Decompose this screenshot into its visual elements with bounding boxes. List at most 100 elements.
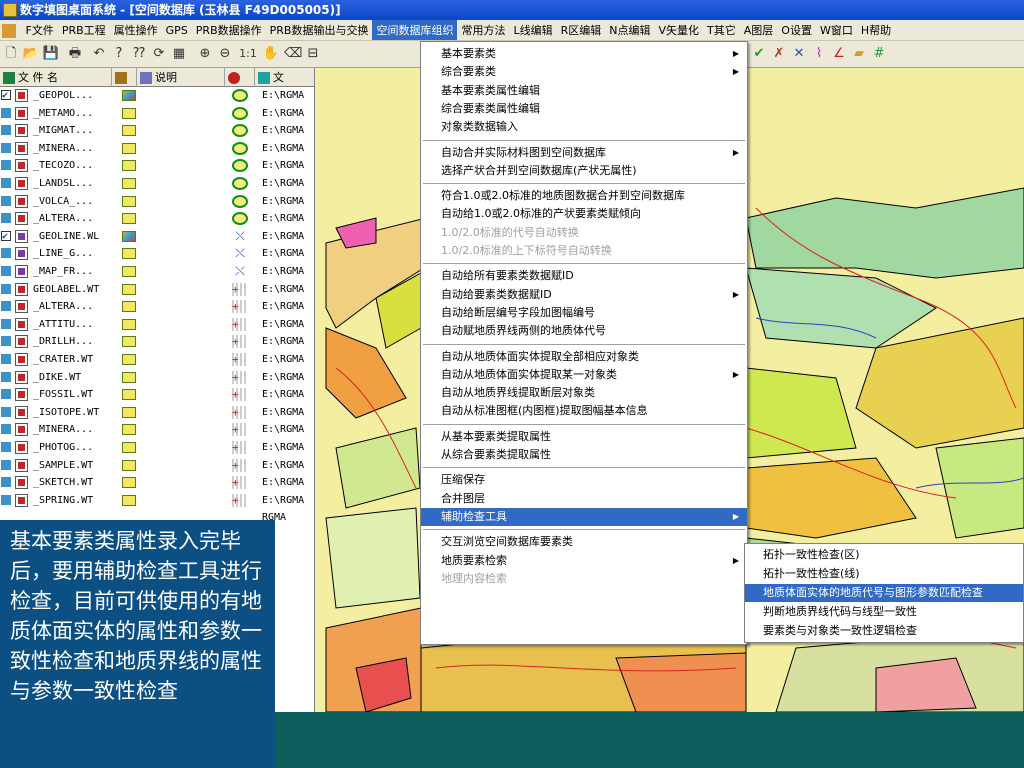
- menu-item-0[interactable]: F文件: [22, 20, 58, 40]
- layer-visible-checkbox[interactable]: [1, 336, 11, 347]
- node-tool-icon[interactable]: ∠: [830, 45, 848, 63]
- menu-item-9[interactable]: R区编辑: [557, 20, 606, 40]
- polygon-layer-icon[interactable]: [232, 89, 248, 102]
- layer-visible-checkbox[interactable]: [1, 107, 11, 118]
- db-menu-item[interactable]: 对象类数据输入: [421, 118, 747, 136]
- menu-item-2[interactable]: 属性操作: [110, 20, 162, 40]
- layer-row[interactable]: _SPRING.WT + E:\RGMA: [0, 492, 314, 509]
- layer-row[interactable]: _GEOLINE.WL ⤬ E:\RGMA: [0, 228, 314, 245]
- db-menu-item[interactable]: 自动从地质体面实体提取某一对象类 ▶: [421, 366, 747, 384]
- layer-class-icon[interactable]: [122, 213, 136, 225]
- db-menu-item[interactable]: 基本要素类属性编辑: [421, 82, 747, 100]
- menu-item-1[interactable]: PRB工程: [58, 20, 110, 40]
- layer-class-icon[interactable]: [122, 477, 136, 489]
- layer-visible-checkbox[interactable]: [1, 494, 11, 505]
- layer-visible-checkbox[interactable]: [1, 228, 11, 245]
- layer-visible-checkbox[interactable]: [1, 477, 11, 488]
- db-menu-item[interactable]: 地质要素检索 ▶: [421, 552, 747, 570]
- db-menu-item[interactable]: 合并图层: [421, 490, 747, 508]
- desc-column-header[interactable]: 说明: [137, 68, 225, 87]
- menu-item-15[interactable]: W窗口: [816, 20, 857, 40]
- zoom-in-icon[interactable]: ⊕: [196, 45, 214, 63]
- db-menu-item[interactable]: 自动从地质体面实体提取全部相应对象类: [421, 348, 747, 366]
- layer-visible-checkbox[interactable]: [1, 371, 11, 382]
- layer-row[interactable]: _SAMPLE.WT + E:\RGMA: [0, 457, 314, 474]
- layer-row[interactable]: _MAP_FR... ⤬ E:\RGMA: [0, 263, 314, 280]
- edit-tool-icon[interactable]: ✗: [770, 45, 788, 63]
- layer-class-icon[interactable]: [122, 424, 136, 436]
- layer-class-icon[interactable]: [122, 336, 136, 348]
- layer-class-icon[interactable]: [122, 195, 136, 207]
- db-menu-item[interactable]: 自动合并实际材料图到空间数据库 ▶: [421, 144, 747, 162]
- db-menu-item[interactable]: 交互浏览空间数据库要素类: [421, 533, 747, 551]
- check-tool-item[interactable]: 判断地质界线代码与线型一致性: [745, 603, 1023, 621]
- point-layer-icon[interactable]: +: [232, 405, 248, 419]
- layer-class-icon[interactable]: [122, 406, 136, 418]
- menu-item-5[interactable]: PRB数据输出与交换: [266, 20, 373, 40]
- point-layer-icon[interactable]: +: [232, 493, 248, 507]
- point-layer-icon[interactable]: +: [232, 458, 248, 472]
- layer-row[interactable]: _LANDSL... E:\RGMA: [0, 175, 314, 192]
- help-icon[interactable]: ?: [110, 45, 128, 63]
- point-layer-icon[interactable]: +: [232, 370, 248, 384]
- window-menu-icon[interactable]: [2, 24, 16, 38]
- line-layer-icon[interactable]: ⤬: [232, 247, 248, 260]
- zoom-out-icon[interactable]: ⊖: [216, 45, 234, 63]
- layer-class-icon[interactable]: [122, 354, 136, 365]
- layer-row[interactable]: _VOLCA_... E:\RGMA: [0, 193, 314, 210]
- menu-item-4[interactable]: PRB数据操作: [192, 20, 266, 40]
- point-layer-icon[interactable]: +: [232, 353, 248, 366]
- layer-class-icon[interactable]: [122, 142, 136, 154]
- db-menu-item[interactable]: 压缩保存: [421, 471, 747, 489]
- layer-class-icon[interactable]: [122, 301, 136, 313]
- db-menu-item[interactable]: 辅助检查工具 ▶: [421, 507, 747, 526]
- layer-row[interactable]: _PHOTOG... + E:\RGMA: [0, 439, 314, 456]
- db-menu-item[interactable]: 自动从地质界线提取断层对象类: [421, 384, 747, 402]
- grid-tool-icon[interactable]: #: [870, 45, 888, 63]
- layer-visible-checkbox[interactable]: [1, 389, 11, 400]
- layer-visible-checkbox[interactable]: [1, 160, 11, 171]
- menu-item-14[interactable]: O设置: [777, 20, 816, 40]
- eraser-icon[interactable]: ⌫: [284, 45, 302, 63]
- context-help-icon[interactable]: ⁇: [130, 45, 148, 63]
- layer-class-icon[interactable]: [122, 494, 136, 506]
- type-column-header[interactable]: [112, 68, 137, 87]
- layer-row[interactable]: _DRILLH... + E:\RGMA: [0, 333, 314, 350]
- check-tool-item[interactable]: 拓扑一致性检查(线): [745, 565, 1023, 583]
- layer-class-icon[interactable]: [122, 160, 136, 172]
- layer-visible-checkbox[interactable]: [1, 354, 11, 364]
- db-menu-item[interactable]: 综合要素类属性编辑: [421, 100, 747, 118]
- db-menu-item[interactable]: 从基本要素类提取属性: [421, 428, 747, 446]
- new-file-icon[interactable]: 🗋: [2, 45, 20, 63]
- window-icon[interactable]: ⊟: [304, 45, 322, 63]
- layer-row[interactable]: _ATTITU... + E:\RGMA: [0, 316, 314, 333]
- point-layer-icon[interactable]: +: [232, 282, 248, 296]
- file-column-header[interactable]: 文: [255, 68, 314, 87]
- paint-tool-icon[interactable]: ▰: [850, 45, 868, 63]
- undo-icon[interactable]: ↶: [90, 45, 108, 63]
- db-menu-item[interactable]: 自动给所有要素类数据赋ID: [421, 267, 747, 285]
- layer-row[interactable]: _ALTERA... + E:\RGMA: [0, 298, 314, 315]
- layer-class-icon[interactable]: [122, 230, 136, 242]
- layer-class-icon[interactable]: [122, 107, 136, 119]
- menu-item-16[interactable]: H帮助: [857, 20, 895, 40]
- layer-class-icon[interactable]: [122, 459, 136, 471]
- layer-visible-checkbox[interactable]: [1, 213, 11, 224]
- line-tool-icon[interactable]: ✕: [790, 45, 808, 63]
- menu-item-11[interactable]: V矢量化: [654, 20, 703, 40]
- polygon-layer-icon[interactable]: [232, 212, 248, 226]
- check-tool-item[interactable]: 拓扑一致性检查(区): [745, 546, 1023, 564]
- polygon-layer-icon[interactable]: [232, 159, 248, 173]
- line-layer-icon[interactable]: ⤬: [232, 229, 248, 243]
- layer-row[interactable]: GEOLABEL.WT + E:\RGMA: [0, 281, 314, 298]
- layer-visible-checkbox[interactable]: [1, 301, 11, 312]
- check-tool-item[interactable]: 要素类与对象类一致性逻辑检查: [745, 622, 1023, 640]
- layer-class-icon[interactable]: [122, 371, 136, 383]
- point-layer-icon[interactable]: +: [232, 423, 248, 437]
- layer-row[interactable]: _TECOZO... E:\RGMA: [0, 157, 314, 174]
- polygon-layer-icon[interactable]: [232, 177, 248, 190]
- menu-item-6[interactable]: 空间数据库组织: [372, 20, 458, 40]
- print-icon[interactable]: 🖶: [66, 45, 84, 63]
- layer-visible-checkbox[interactable]: [1, 142, 11, 153]
- layer-icon[interactable]: ▦: [170, 45, 188, 63]
